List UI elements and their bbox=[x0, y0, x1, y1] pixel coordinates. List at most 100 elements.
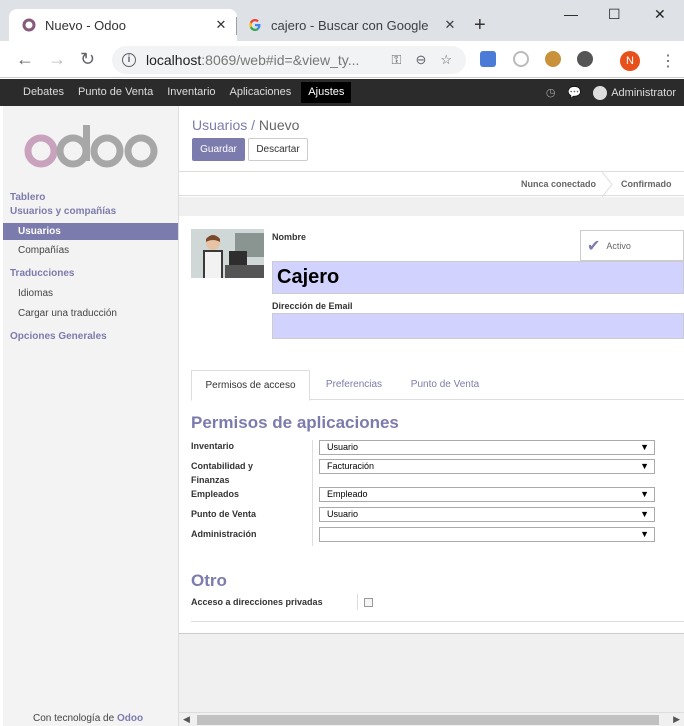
perm-label-contabilidad: Contabilidad y Finanzas bbox=[191, 461, 254, 485]
activity-clock-icon[interactable]: ◷ bbox=[546, 86, 556, 99]
save-button[interactable]: Guardar bbox=[192, 138, 245, 161]
dropdown-arrow-icon: ▼ bbox=[640, 489, 649, 499]
zoom-out-icon[interactable]: ⊖ bbox=[415, 52, 426, 68]
breadcrumb-usuarios[interactable]: Usuarios bbox=[192, 117, 247, 133]
perm-select-inventario[interactable]: Usuario ▼ bbox=[319, 440, 655, 455]
nav-ajustes[interactable]: Ajustes bbox=[301, 82, 352, 103]
close-window-button[interactable]: ✕ bbox=[654, 6, 666, 23]
address-bar[interactable]: i localhost:8069/web#id=&view_ty... ⚿ ⊖ … bbox=[112, 46, 466, 74]
profile-avatar[interactable]: N bbox=[620, 51, 640, 71]
scroll-left-icon[interactable]: ◀ bbox=[183, 714, 190, 725]
menu-kebab-icon[interactable]: ⋮ bbox=[660, 51, 676, 71]
odoo-logo bbox=[24, 125, 158, 168]
odoo-main-nav: Debates Punto de Venta Inventario Aplica… bbox=[0, 79, 684, 106]
breadcrumb-current: Nuevo bbox=[258, 117, 300, 133]
stage-nunca-conectado[interactable]: Nunca conectado bbox=[521, 179, 596, 189]
chat-icon[interactable]: 💬 bbox=[568, 86, 582, 99]
discard-button[interactable]: Descartar bbox=[248, 138, 308, 161]
nav-inventario[interactable]: Inventario bbox=[160, 79, 222, 106]
dropdown-arrow-icon: ▼ bbox=[640, 529, 649, 539]
tab-separator bbox=[236, 17, 237, 35]
nav-aplicaciones[interactable]: Aplicaciones bbox=[223, 79, 299, 106]
sidebar-traducciones[interactable]: Traducciones bbox=[10, 268, 74, 279]
info-icon[interactable]: i bbox=[122, 53, 136, 67]
breadcrumb: Usuarios / Nuevo bbox=[192, 117, 300, 133]
stage-separator bbox=[602, 172, 613, 197]
active-toggle-button[interactable]: ✔ Activo bbox=[580, 230, 684, 261]
close-tab-icon[interactable]: ✕ bbox=[211, 17, 231, 33]
permissions-heading: Permisos de aplicaciones bbox=[191, 413, 399, 432]
perm-label-inventario: Inventario bbox=[191, 441, 235, 451]
tab-permisos-de-acceso[interactable]: Permisos de acceso bbox=[191, 370, 310, 401]
sidebar-item-usuarios[interactable]: Usuarios bbox=[3, 223, 178, 240]
tab-punto-de-venta[interactable]: Punto de Venta bbox=[403, 370, 487, 401]
perm-select-punto-de-venta[interactable]: Usuario ▼ bbox=[319, 507, 655, 522]
close-tab-icon[interactable]: ✕ bbox=[440, 17, 460, 33]
settings-sidebar: Tablero Usuarios y compañías Usuarios Co… bbox=[3, 106, 179, 726]
perm-select-contabilidad[interactable]: Facturación ▼ bbox=[319, 459, 655, 474]
perm-select-empleados[interactable]: Empleado ▼ bbox=[319, 487, 655, 502]
google-favicon-icon bbox=[249, 19, 261, 31]
back-arrow-icon[interactable]: ← bbox=[16, 49, 34, 70]
maximize-button[interactable]: ☐ bbox=[608, 6, 621, 23]
translate-extension-icon[interactable] bbox=[480, 51, 496, 67]
perm-label-administracion: Administración bbox=[191, 529, 257, 539]
cookie-extension-icon[interactable] bbox=[545, 51, 561, 67]
new-tab-button[interactable]: + bbox=[474, 14, 486, 37]
url-text[interactable]: localhost:8069/web#id=&view_ty... bbox=[146, 52, 392, 68]
extension-icon[interactable] bbox=[577, 51, 593, 67]
browser-chrome: Nuevo - Odoo ✕ cajero - Buscar con Googl… bbox=[0, 0, 684, 78]
sidebar-usuarios-companias[interactable]: Usuarios y compañías bbox=[10, 206, 116, 217]
perm-label-punto-de-venta: Punto de Venta bbox=[191, 509, 257, 519]
scrollbar-thumb[interactable] bbox=[197, 715, 659, 725]
key-icon[interactable]: ⚿ bbox=[392, 52, 402, 68]
reload-icon[interactable]: ↻ bbox=[80, 49, 95, 70]
horizontal-scrollbar[interactable]: ◀ ▶ bbox=[179, 712, 684, 726]
sidebar-item-companias[interactable]: Compañías bbox=[18, 245, 69, 256]
perm-select-administracion[interactable]: ▼ bbox=[319, 527, 655, 542]
field-divider bbox=[357, 594, 358, 610]
status-bar: Nunca conectado Confirmado bbox=[179, 171, 684, 197]
cashier-image bbox=[191, 229, 264, 278]
nav-punto-de-venta[interactable]: Punto de Venta bbox=[71, 79, 160, 106]
perm-label-empleados: Empleados bbox=[191, 489, 240, 499]
minimize-button[interactable]: — bbox=[564, 6, 578, 22]
browser-toolbar: ← → ↻ i localhost:8069/web#id=&view_ty..… bbox=[0, 41, 684, 78]
other-heading: Otro bbox=[191, 571, 227, 590]
email-label: Dirección de Email bbox=[272, 301, 353, 311]
nav-debates[interactable]: Debates bbox=[0, 79, 71, 106]
active-label: Activo bbox=[606, 240, 631, 251]
sheet-background bbox=[179, 197, 684, 216]
browser-tab-title: cajero - Buscar con Google bbox=[271, 17, 429, 33]
user-menu[interactable]: Administrator bbox=[593, 85, 676, 100]
stage-confirmado[interactable]: Confirmado bbox=[621, 179, 672, 189]
sidebar-opciones-generales[interactable]: Opciones Generales bbox=[10, 331, 107, 342]
browser-tab-google[interactable]: cajero - Buscar con Google ✕ bbox=[240, 9, 466, 41]
sidebar-item-idiomas[interactable]: Idiomas bbox=[18, 288, 53, 299]
forward-arrow-icon[interactable]: → bbox=[48, 49, 66, 70]
private-address-label: Acceso a direcciones privadas bbox=[191, 597, 323, 607]
sidebar-tablero[interactable]: Tablero bbox=[10, 192, 45, 203]
extension-icon[interactable] bbox=[513, 51, 529, 67]
dropdown-arrow-icon: ▼ bbox=[640, 509, 649, 519]
field-divider bbox=[312, 440, 313, 546]
email-input[interactable] bbox=[272, 313, 684, 339]
tab-preferencias[interactable]: Preferencias bbox=[317, 370, 391, 401]
user-name: Administrator bbox=[611, 86, 676, 99]
dropdown-arrow-icon: ▼ bbox=[640, 461, 649, 471]
star-icon[interactable]: ☆ bbox=[440, 52, 452, 68]
sidebar-item-cargar-traduccion[interactable]: Cargar una traducción bbox=[18, 308, 117, 319]
check-icon: ✔ bbox=[587, 237, 601, 255]
main-content: Usuarios / Nuevo Guardar Descartar Nunca… bbox=[179, 106, 684, 712]
private-address-checkbox[interactable] bbox=[364, 598, 373, 607]
dropdown-arrow-icon: ▼ bbox=[640, 442, 649, 452]
powered-by-link[interactable]: Odoo bbox=[117, 713, 143, 724]
name-input[interactable]: Cajero bbox=[272, 261, 684, 294]
browser-tab-odoo[interactable]: Nuevo - Odoo ✕ bbox=[9, 9, 237, 41]
scroll-right-icon[interactable]: ▶ bbox=[673, 714, 680, 725]
browser-tab-title: Nuevo - Odoo bbox=[45, 17, 126, 33]
odoo-favicon-icon bbox=[22, 18, 36, 32]
user-photo[interactable] bbox=[191, 229, 264, 278]
name-label: Nombre bbox=[272, 232, 307, 242]
form-tabs: Permisos de acceso Preferencias Punto de… bbox=[191, 370, 684, 401]
